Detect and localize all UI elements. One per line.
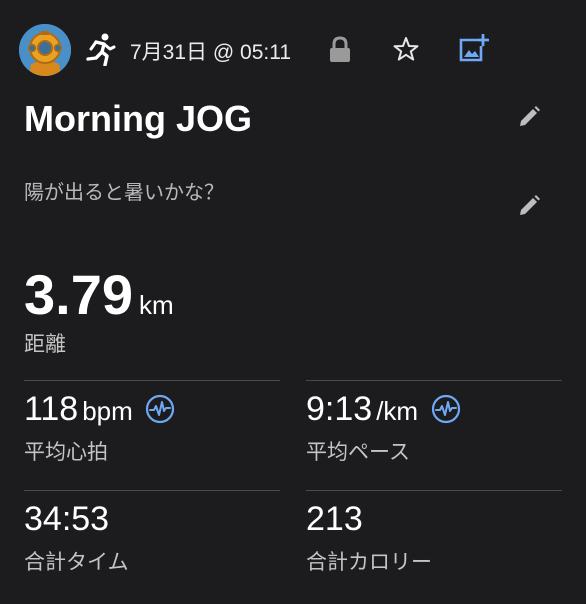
total-time-value: 34:53 xyxy=(24,500,110,538)
diving-helmet-avatar-icon xyxy=(19,24,71,76)
avatar[interactable] xyxy=(19,24,71,76)
add-photo-icon[interactable] xyxy=(457,34,489,64)
lock-icon[interactable] xyxy=(328,36,352,64)
pace-value: 9:13 xyxy=(306,390,373,428)
pace-unit: /km xyxy=(376,396,419,426)
distance-unit: km xyxy=(139,290,174,320)
edit-title-pencil-icon[interactable] xyxy=(516,104,542,130)
distance-value: 3.79 xyxy=(24,263,133,326)
heart-rate-label: 平均心拍 xyxy=(24,440,108,464)
divider xyxy=(306,380,562,381)
edit-description-pencil-icon[interactable] xyxy=(516,193,542,219)
running-person-icon xyxy=(86,33,116,66)
star-outline-icon[interactable] xyxy=(393,36,419,62)
heart-rate-unit: bpm xyxy=(82,396,133,426)
distance-label: 距離 xyxy=(24,332,66,356)
pace-label: 平均ペース xyxy=(306,440,410,464)
total-time-label: 合計タイム xyxy=(24,550,129,574)
pace-chart-icon[interactable] xyxy=(431,394,461,424)
calories-stat: 213 xyxy=(306,500,363,539)
activity-title: Morning JOG xyxy=(24,98,252,139)
heart-rate-value: 118 xyxy=(24,390,79,428)
activity-date-time: 7月31日 @ 05:11 xyxy=(130,41,292,64)
activity-description: 陽が出ると暑いかな？ xyxy=(24,180,224,204)
distance-value-row: 3.79 km xyxy=(24,262,174,327)
divider xyxy=(24,490,280,491)
activity-header: 7月31日 @ 05:11 xyxy=(0,0,586,100)
divider xyxy=(24,380,280,381)
divider xyxy=(306,490,562,491)
calories-label: 合計カロリー xyxy=(306,550,432,574)
total-time-stat: 34:53 xyxy=(24,500,109,539)
heart-rate-stat: 118 bpm xyxy=(24,390,175,429)
heart-rate-chart-icon[interactable] xyxy=(145,394,175,424)
calories-value: 213 xyxy=(306,500,363,538)
pace-stat: 9:13/km xyxy=(306,390,461,429)
